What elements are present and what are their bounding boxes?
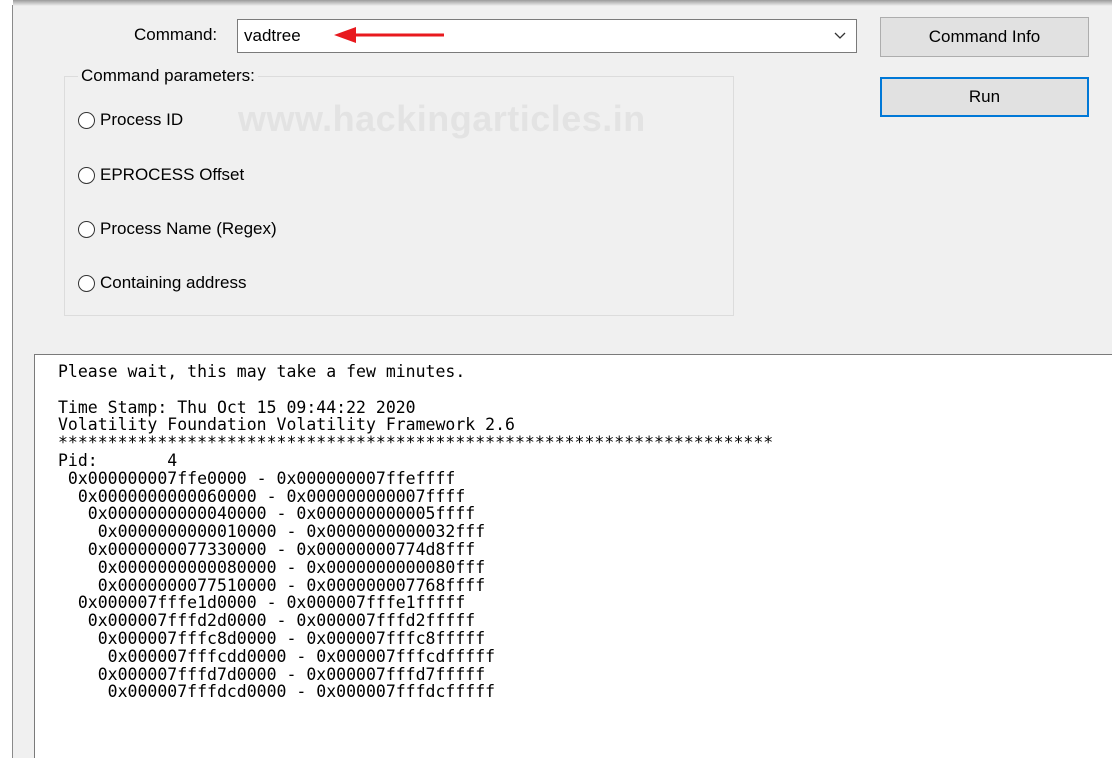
- output-line: 0x000000007ffe0000 - 0x000000007ffeffff: [58, 468, 456, 488]
- radio-process-id[interactable]: Process ID: [78, 108, 183, 132]
- output-line: Please wait, this may take a few minutes…: [58, 362, 466, 381]
- output-line: 0x0000000000060000 - 0x000000000007ffff: [58, 486, 466, 506]
- volatility-gui-window: Command: vadtree Command Info Run Comman…: [0, 0, 1112, 758]
- output-line: 0x000007fffd2d0000 - 0x000007fffd2fffff: [58, 611, 476, 631]
- command-parameters-legend: Command parameters:: [78, 66, 258, 86]
- radio-button-icon[interactable]: [78, 274, 95, 292]
- red-arrow-annotation: [334, 27, 444, 43]
- chevron-down-icon[interactable]: [832, 27, 848, 43]
- output-line: 0x0000000000040000 - 0x000000000005ffff: [58, 504, 476, 524]
- output-line: 0x000007fffe1d0000 - 0x000007fffe1fffff: [58, 593, 466, 613]
- radio-button-icon[interactable]: [78, 220, 95, 238]
- radio-process-name-regex[interactable]: Process Name (Regex): [78, 217, 277, 241]
- radio-button-icon[interactable]: [78, 111, 95, 129]
- window-left-divider: [12, 5, 13, 758]
- radio-label: Process ID: [100, 110, 184, 129]
- radio-label: Process Name (Regex): [100, 219, 277, 238]
- window-top-edge: [0, 0, 1112, 6]
- output-line: 0x0000000000080000 - 0x0000000000080fff: [58, 557, 486, 577]
- run-button[interactable]: Run: [880, 77, 1089, 117]
- command-info-button[interactable]: Command Info: [880, 17, 1089, 57]
- output-line: 0x0000000077330000 - 0x00000000774d8fff: [58, 539, 476, 559]
- output-line: 0x0000000077510000 - 0x000000007768ffff: [58, 575, 486, 595]
- output-line: 0x000007fffcdd0000 - 0x000007fffcdfffff: [58, 646, 496, 666]
- output-console[interactable]: Please wait, this may take a few minutes…: [34, 354, 1112, 758]
- output-line: ****************************************…: [58, 433, 774, 453]
- output-line: Pid: 4: [58, 450, 178, 470]
- output-line: 0x000007fffdcd0000 - 0x000007fffdcfffff: [58, 682, 496, 702]
- radio-containing-address[interactable]: Containing address: [78, 271, 246, 295]
- output-line: Volatility Foundation Volatility Framewo…: [58, 415, 515, 435]
- command-dropdown[interactable]: vadtree: [237, 19, 857, 53]
- output-text: Please wait, this may take a few minutes…: [58, 363, 773, 701]
- radio-label: Containing address: [100, 273, 247, 292]
- output-line: 0x000007fffd7d0000 - 0x000007fffd7fffff: [58, 664, 486, 684]
- radio-label: EPROCESS Offset: [100, 165, 245, 184]
- radio-eprocess-offset[interactable]: EPROCESS Offset: [78, 163, 244, 187]
- output-line: Time Stamp: Thu Oct 15 09:44:22 2020: [58, 397, 416, 417]
- output-line: 0x0000000000010000 - 0x0000000000032fff: [58, 522, 486, 542]
- command-selected-value: vadtree: [244, 26, 301, 45]
- output-line: 0x000007fffc8d0000 - 0x000007fffc8fffff: [58, 628, 486, 648]
- command-label: Command:: [134, 25, 218, 44]
- radio-button-icon[interactable]: [78, 166, 95, 184]
